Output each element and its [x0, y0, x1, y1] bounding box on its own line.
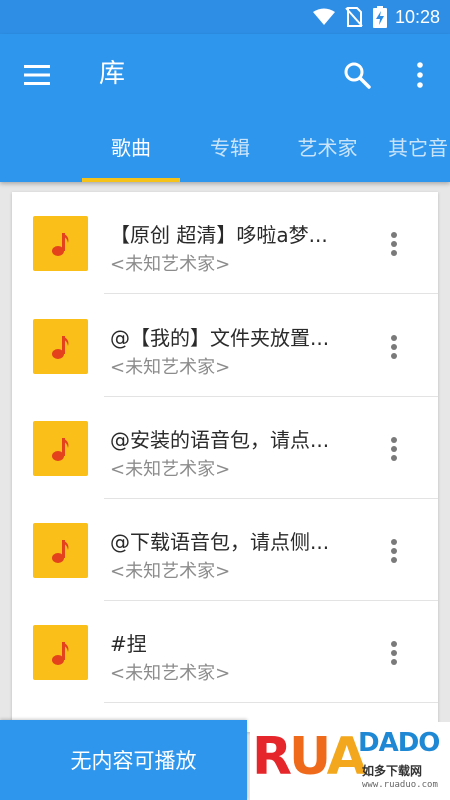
row-more-icon[interactable]	[386, 230, 402, 258]
album-art	[33, 523, 88, 578]
more-vert-icon[interactable]	[410, 60, 430, 90]
page-title: 库	[99, 59, 126, 89]
song-list: 【原创 超清】哆啦a梦... <未知艺术家> @【我的】文件夹放置... <未知…	[12, 192, 438, 732]
battery-charging-icon	[372, 6, 387, 28]
album-art	[33, 625, 88, 680]
app-bar: 库 歌曲 专辑 艺术家 其它音	[0, 34, 450, 182]
menu-icon[interactable]	[22, 62, 52, 88]
album-art	[33, 319, 88, 374]
status-bar: 10:28	[0, 0, 450, 34]
no-sim-icon	[345, 7, 363, 27]
album-art	[33, 216, 88, 271]
music-note-icon	[51, 335, 68, 359]
song-row[interactable]: @安装的语音包，请点... <未知艺术家>	[12, 397, 438, 499]
song-row[interactable]: @【我的】文件夹放置... <未知艺术家>	[12, 295, 438, 397]
watermark-logo: RUA DADO 如多下载网 www.ruaduo.com	[250, 722, 450, 800]
music-note-icon	[51, 437, 68, 461]
song-artist: <未知艺术家>	[110, 459, 231, 480]
now-playing-bar[interactable]: 无内容可播放	[0, 720, 247, 800]
song-title: @安装的语音包，请点...	[110, 428, 330, 452]
music-note-icon	[51, 232, 68, 256]
divider	[104, 702, 438, 703]
watermark-brand-right: DADO	[358, 728, 440, 758]
album-art	[33, 421, 88, 476]
music-note-icon	[51, 641, 68, 665]
watermark-url: www.ruaduo.com	[362, 780, 438, 790]
song-artist: <未知艺术家>	[110, 254, 231, 275]
status-time: 10:28	[394, 6, 440, 27]
row-more-icon[interactable]	[386, 537, 402, 565]
divider	[104, 293, 438, 294]
song-title: @【我的】文件夹放置...	[110, 326, 330, 350]
now-playing-label: 无内容可播放	[70, 749, 197, 773]
wifi-icon	[312, 8, 335, 26]
song-title: @下载语音包，请点侧...	[110, 530, 330, 554]
song-row[interactable]: 【原创 超清】哆啦a梦... <未知艺术家>	[12, 192, 438, 294]
row-more-icon[interactable]	[386, 639, 402, 667]
song-artist: <未知艺术家>	[110, 561, 231, 582]
tab-bar: 歌曲 专辑 艺术家 其它音	[0, 130, 450, 182]
watermark-brand-left: RUA	[252, 727, 367, 787]
song-artist: <未知艺术家>	[110, 663, 231, 684]
tab-artists[interactable]: 艺术家	[285, 130, 370, 182]
watermark-tagline: 如多下载网	[362, 764, 423, 778]
row-more-icon[interactable]	[386, 333, 402, 361]
song-title: 【原创 超清】哆啦a梦...	[110, 223, 328, 247]
tab-albums[interactable]: 专辑	[185, 130, 275, 182]
song-title: #捏	[110, 632, 147, 656]
song-artist: <未知艺术家>	[110, 357, 231, 378]
tab-other[interactable]: 其它音	[388, 130, 450, 182]
tab-songs[interactable]: 歌曲	[82, 130, 180, 182]
search-icon[interactable]	[342, 60, 372, 90]
song-row[interactable]: #捏 <未知艺术家>	[12, 601, 438, 703]
music-note-icon	[51, 539, 68, 563]
song-row[interactable]: @下载语音包，请点侧... <未知艺术家>	[12, 499, 438, 601]
row-more-icon[interactable]	[386, 435, 402, 463]
tab-indicator	[82, 178, 180, 182]
